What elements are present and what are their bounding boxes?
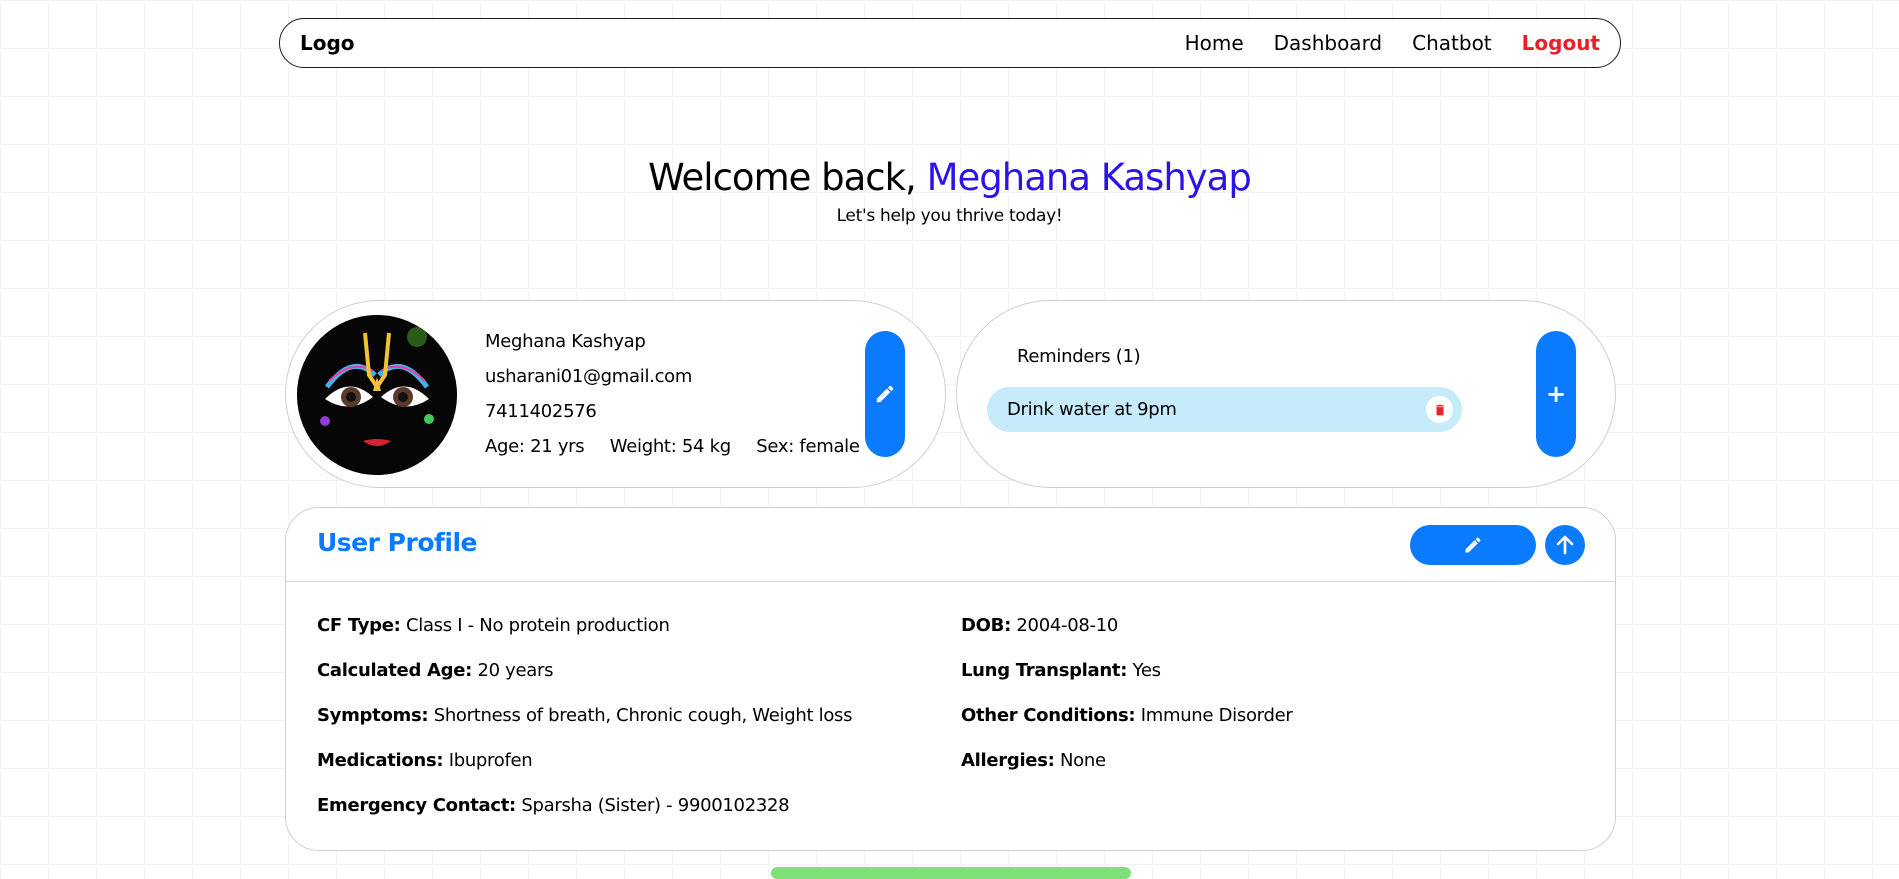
field-lung-transplant: Lung Transplant: Yes — [961, 659, 1292, 704]
field-value: Sparsha (Sister) - 9900102328 — [521, 795, 790, 816]
bottom-action-button[interactable] — [771, 867, 1131, 879]
field-value: 2004-08-10 — [1016, 615, 1118, 636]
profile-info: Meghana Kashyap usharani01@gmail.com 741… — [485, 329, 880, 469]
pencil-icon — [876, 385, 894, 403]
nav-link-chatbot[interactable]: Chatbot — [1412, 31, 1492, 55]
field-label: Medications: — [317, 750, 444, 771]
collapse-profile-button[interactable] — [1545, 525, 1585, 565]
field-label: CF Type: — [317, 615, 401, 636]
field-value: 20 years — [477, 660, 554, 681]
edit-user-profile-button[interactable] — [1410, 525, 1536, 565]
reminders-title: Reminders (1) — [1017, 346, 1141, 367]
reminder-text: Drink water at 9pm — [1007, 399, 1177, 420]
field-label: Symptoms: — [317, 705, 429, 726]
nav-link-dashboard[interactable]: Dashboard — [1274, 31, 1383, 55]
avatar-face-icon — [297, 315, 457, 475]
add-reminder-button[interactable]: + — [1536, 331, 1576, 457]
nav-link-home[interactable]: Home — [1185, 31, 1244, 55]
reminders-card: Reminders (1) Drink water at 9pm + — [956, 300, 1616, 488]
field-calculated-age: Calculated Age: 20 years — [317, 659, 852, 704]
nav-link-logout[interactable]: Logout — [1522, 31, 1600, 55]
field-symptoms: Symptoms: Shortness of breath, Chronic c… — [317, 704, 853, 749]
reminder-item: Drink water at 9pm — [987, 387, 1462, 432]
profile-summary-card: Meghana Kashyap usharani01@gmail.com 741… — [285, 300, 946, 488]
field-label: Allergies: — [961, 750, 1055, 771]
field-cf-type: CF Type: Class I - No protein production — [317, 614, 852, 659]
field-label: Other Conditions: — [961, 705, 1136, 726]
profile-stats: Age: 21 yrs Weight: 54 kg Sex: female — [485, 434, 880, 469]
field-label: DOB: — [961, 615, 1011, 636]
field-medications: Medications: Ibuprofen — [317, 749, 852, 794]
nav-links: Home Dashboard Chatbot Logout — [1185, 31, 1600, 55]
field-other-conditions: Other Conditions: Immune Disorder — [961, 704, 1293, 749]
trash-icon — [1435, 404, 1444, 415]
edit-profile-button[interactable] — [865, 331, 905, 457]
user-profile-title: User Profile — [317, 528, 477, 557]
avatar — [297, 315, 457, 475]
tagline: Let's help you thrive today! — [836, 206, 1063, 226]
navbar: Logo Home Dashboard Chatbot Logout — [279, 18, 1621, 68]
field-label: Calculated Age: — [317, 660, 473, 681]
field-emergency-contact: Emergency Contact: Sparsha (Sister) - 99… — [317, 794, 852, 839]
user-profile-header: User Profile — [286, 508, 1615, 582]
arrow-up-icon — [1556, 535, 1574, 555]
profile-email: usharani01@gmail.com — [485, 366, 693, 387]
profile-sex: Sex: female — [756, 436, 860, 457]
profile-weight: Weight: 54 kg — [609, 436, 731, 457]
profile-fields-right: DOB: 2004-08-10 Lung Transplant: Yes Oth… — [961, 614, 1293, 794]
delete-reminder-button[interactable] — [1426, 396, 1453, 423]
profile-name: Meghana Kashyap — [485, 331, 646, 352]
profile-phone: 7411402576 — [485, 401, 597, 422]
plus-icon: + — [1545, 380, 1567, 408]
welcome-greeting: Welcome back, — [648, 156, 917, 199]
welcome-name: Meghana Kashyap — [926, 156, 1252, 199]
field-label: Lung Transplant: — [961, 660, 1128, 681]
field-value: Ibuprofen — [448, 750, 533, 771]
field-dob: DOB: 2004-08-10 — [961, 614, 1292, 659]
field-value: Shortness of breath, Chronic cough, Weig… — [433, 705, 853, 726]
profile-age: Age: 21 yrs — [485, 436, 585, 457]
field-value: Yes — [1132, 660, 1161, 681]
profile-fields-left: CF Type: Class I - No protein production… — [317, 614, 853, 839]
user-profile-panel: User Profile CF Type: Class I - No prote… — [285, 507, 1616, 851]
field-allergies: Allergies: None — [961, 749, 1292, 794]
field-value: None — [1059, 750, 1106, 771]
field-value: Immune Disorder — [1140, 705, 1293, 726]
field-value: Class I - No protein production — [405, 615, 670, 636]
welcome-heading: Welcome back, Meghana Kashyap — [0, 156, 1899, 199]
field-label: Emergency Contact: — [317, 795, 516, 816]
pencil-icon — [1465, 537, 1481, 553]
logo[interactable]: Logo — [300, 31, 355, 55]
